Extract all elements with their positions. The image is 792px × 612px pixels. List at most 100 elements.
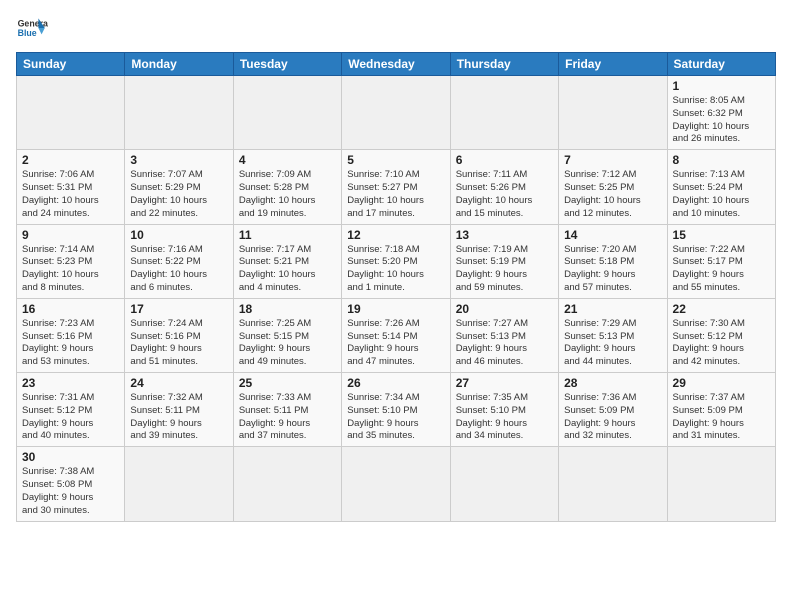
day-number: 20 xyxy=(456,302,553,316)
calendar-cell xyxy=(342,76,450,150)
day-number: 25 xyxy=(239,376,336,390)
calendar-cell: 11 Sunrise: 7:17 AM Sunset: 5:21 PM Dayli… xyxy=(233,224,341,298)
calendar-cell: 23 Sunrise: 7:31 AM Sunset: 5:12 PM Dayli… xyxy=(17,373,125,447)
calendar-cell: 12Sunrise: 7:18 AM Sunset: 5:20 PM Dayli… xyxy=(342,224,450,298)
day-number: 27 xyxy=(456,376,553,390)
calendar-cell: 8 Sunrise: 7:13 AM Sunset: 5:24 PM Daylig… xyxy=(667,150,775,224)
day-number: 6 xyxy=(456,153,553,167)
weekday-friday: Friday xyxy=(559,53,667,76)
day-number: 28 xyxy=(564,376,661,390)
calendar-cell xyxy=(450,447,558,521)
day-info: Sunrise: 7:11 AM Sunset: 5:26 PM Dayligh… xyxy=(456,169,553,220)
calendar-cell: 30 Sunrise: 7:38 AM Sunset: 5:08 PM Dayli… xyxy=(17,447,125,521)
day-info: Sunrise: 7:17 AM Sunset: 5:21 PM Dayligh… xyxy=(239,244,336,295)
week-row-1: 1 Sunrise: 8:05 AM Sunset: 6:32 PM Daylig… xyxy=(17,76,776,150)
calendar-cell: 29 Sunrise: 7:37 AM Sunset: 5:09 PM Dayli… xyxy=(667,373,775,447)
day-info: Sunrise: 7:37 AM Sunset: 5:09 PM Dayligh… xyxy=(673,392,770,443)
week-row-2: 2 Sunrise: 7:06 AM Sunset: 5:31 PM Daylig… xyxy=(17,150,776,224)
svg-text:Blue: Blue xyxy=(18,28,37,38)
day-number: 29 xyxy=(673,376,770,390)
day-info: Sunrise: 7:38 AM Sunset: 5:08 PM Dayligh… xyxy=(22,466,119,517)
weekday-wednesday: Wednesday xyxy=(342,53,450,76)
day-number: 17 xyxy=(130,302,227,316)
day-info: Sunrise: 7:34 AM Sunset: 5:10 PM Dayligh… xyxy=(347,392,444,443)
calendar-cell: 10 Sunrise: 7:16 AM Sunset: 5:22 PM Dayli… xyxy=(125,224,233,298)
day-info: Sunrise: 7:26 AM Sunset: 5:14 PM Dayligh… xyxy=(347,318,444,369)
calendar-cell xyxy=(559,76,667,150)
calendar-cell: 7Sunrise: 7:12 AM Sunset: 5:25 PM Daylig… xyxy=(559,150,667,224)
calendar-cell: 27 Sunrise: 7:35 AM Sunset: 5:10 PM Dayli… xyxy=(450,373,558,447)
calendar-cell: 14Sunrise: 7:20 AM Sunset: 5:18 PM Dayli… xyxy=(559,224,667,298)
day-info: Sunrise: 7:33 AM Sunset: 5:11 PM Dayligh… xyxy=(239,392,336,443)
week-row-6: 30 Sunrise: 7:38 AM Sunset: 5:08 PM Dayli… xyxy=(17,447,776,521)
day-number: 3 xyxy=(130,153,227,167)
day-number: 22 xyxy=(673,302,770,316)
calendar-cell xyxy=(233,447,341,521)
calendar: SundayMondayTuesdayWednesdayThursdayFrid… xyxy=(16,52,776,522)
calendar-cell xyxy=(342,447,450,521)
day-info: Sunrise: 7:22 AM Sunset: 5:17 PM Dayligh… xyxy=(673,244,770,295)
calendar-cell: 25 Sunrise: 7:33 AM Sunset: 5:11 PM Dayli… xyxy=(233,373,341,447)
day-info: Sunrise: 7:23 AM Sunset: 5:16 PM Dayligh… xyxy=(22,318,119,369)
day-info: Sunrise: 7:06 AM Sunset: 5:31 PM Dayligh… xyxy=(22,169,119,220)
calendar-cell: 13Sunrise: 7:19 AM Sunset: 5:19 PM Dayli… xyxy=(450,224,558,298)
calendar-cell: 22 Sunrise: 7:30 AM Sunset: 5:12 PM Dayli… xyxy=(667,298,775,372)
day-info: Sunrise: 7:20 AM Sunset: 5:18 PM Dayligh… xyxy=(564,244,661,295)
day-info: Sunrise: 7:07 AM Sunset: 5:29 PM Dayligh… xyxy=(130,169,227,220)
day-info: Sunrise: 7:09 AM Sunset: 5:28 PM Dayligh… xyxy=(239,169,336,220)
day-info: Sunrise: 8:05 AM Sunset: 6:32 PM Dayligh… xyxy=(673,95,770,146)
logo: General Blue xyxy=(16,12,48,44)
day-number: 9 xyxy=(22,228,119,242)
day-number: 11 xyxy=(239,228,336,242)
day-info: Sunrise: 7:10 AM Sunset: 5:27 PM Dayligh… xyxy=(347,169,444,220)
calendar-cell: 2 Sunrise: 7:06 AM Sunset: 5:31 PM Daylig… xyxy=(17,150,125,224)
calendar-cell: 6 Sunrise: 7:11 AM Sunset: 5:26 PM Daylig… xyxy=(450,150,558,224)
day-number: 26 xyxy=(347,376,444,390)
day-info: Sunrise: 7:31 AM Sunset: 5:12 PM Dayligh… xyxy=(22,392,119,443)
calendar-cell: 16Sunrise: 7:23 AM Sunset: 5:16 PM Dayli… xyxy=(17,298,125,372)
day-number: 30 xyxy=(22,450,119,464)
day-info: Sunrise: 7:35 AM Sunset: 5:10 PM Dayligh… xyxy=(456,392,553,443)
weekday-sunday: Sunday xyxy=(17,53,125,76)
weekday-saturday: Saturday xyxy=(667,53,775,76)
week-row-3: 9 Sunrise: 7:14 AM Sunset: 5:23 PM Daylig… xyxy=(17,224,776,298)
day-number: 1 xyxy=(673,79,770,93)
day-number: 4 xyxy=(239,153,336,167)
day-info: Sunrise: 7:12 AM Sunset: 5:25 PM Dayligh… xyxy=(564,169,661,220)
calendar-cell: 9 Sunrise: 7:14 AM Sunset: 5:23 PM Daylig… xyxy=(17,224,125,298)
logo-icon: General Blue xyxy=(16,12,48,44)
weekday-monday: Monday xyxy=(125,53,233,76)
day-number: 2 xyxy=(22,153,119,167)
calendar-cell: 5 Sunrise: 7:10 AM Sunset: 5:27 PM Daylig… xyxy=(342,150,450,224)
day-info: Sunrise: 7:13 AM Sunset: 5:24 PM Dayligh… xyxy=(673,169,770,220)
day-info: Sunrise: 7:27 AM Sunset: 5:13 PM Dayligh… xyxy=(456,318,553,369)
calendar-cell: 1 Sunrise: 8:05 AM Sunset: 6:32 PM Daylig… xyxy=(667,76,775,150)
day-info: Sunrise: 7:14 AM Sunset: 5:23 PM Dayligh… xyxy=(22,244,119,295)
calendar-cell: 21Sunrise: 7:29 AM Sunset: 5:13 PM Dayli… xyxy=(559,298,667,372)
day-number: 21 xyxy=(564,302,661,316)
day-number: 10 xyxy=(130,228,227,242)
calendar-cell xyxy=(233,76,341,150)
day-info: Sunrise: 7:16 AM Sunset: 5:22 PM Dayligh… xyxy=(130,244,227,295)
calendar-cell: 20 Sunrise: 7:27 AM Sunset: 5:13 PM Dayli… xyxy=(450,298,558,372)
day-number: 8 xyxy=(673,153,770,167)
calendar-cell xyxy=(125,76,233,150)
day-number: 19 xyxy=(347,302,444,316)
day-number: 15 xyxy=(673,228,770,242)
calendar-cell xyxy=(559,447,667,521)
calendar-cell: 19 Sunrise: 7:26 AM Sunset: 5:14 PM Dayli… xyxy=(342,298,450,372)
week-row-5: 23 Sunrise: 7:31 AM Sunset: 5:12 PM Dayli… xyxy=(17,373,776,447)
weekday-thursday: Thursday xyxy=(450,53,558,76)
page-header: General Blue xyxy=(16,12,776,44)
day-info: Sunrise: 7:19 AM Sunset: 5:19 PM Dayligh… xyxy=(456,244,553,295)
day-number: 5 xyxy=(347,153,444,167)
day-number: 18 xyxy=(239,302,336,316)
day-info: Sunrise: 7:18 AM Sunset: 5:20 PM Dayligh… xyxy=(347,244,444,295)
calendar-cell: 17Sunrise: 7:24 AM Sunset: 5:16 PM Dayli… xyxy=(125,298,233,372)
calendar-cell: 24Sunrise: 7:32 AM Sunset: 5:11 PM Dayli… xyxy=(125,373,233,447)
calendar-cell: 18Sunrise: 7:25 AM Sunset: 5:15 PM Dayli… xyxy=(233,298,341,372)
week-row-4: 16Sunrise: 7:23 AM Sunset: 5:16 PM Dayli… xyxy=(17,298,776,372)
day-info: Sunrise: 7:30 AM Sunset: 5:12 PM Dayligh… xyxy=(673,318,770,369)
weekday-tuesday: Tuesday xyxy=(233,53,341,76)
day-number: 23 xyxy=(22,376,119,390)
